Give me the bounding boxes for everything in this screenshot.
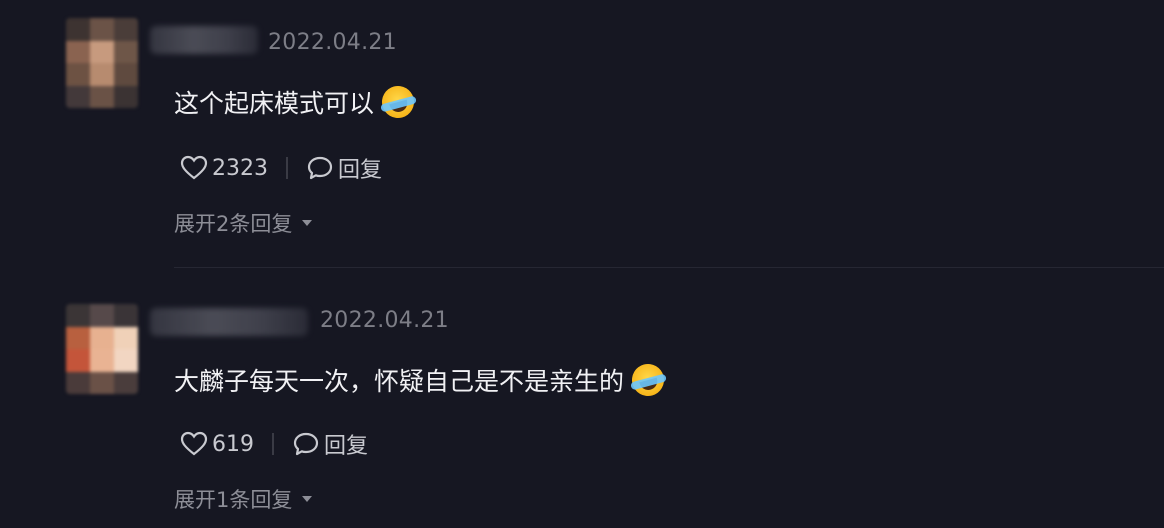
comment-body: 大麟子每天一次，怀疑自己是不是亲生的 [174, 367, 625, 396]
avatar-pixel [90, 63, 114, 86]
comment-timestamp: 2022.04.21 [268, 30, 397, 55]
like-count: 2323 [212, 155, 268, 181]
like-button[interactable]: 619 [180, 431, 254, 457]
comment-body: 这个起床模式可以 [174, 89, 375, 118]
rolling-laughing-emoji-icon [628, 360, 668, 400]
comment-actions: 2323 回复 [180, 152, 382, 184]
reply-button[interactable]: 回复 [292, 428, 368, 460]
avatar-pixel [66, 18, 90, 41]
avatar-pixel [114, 18, 138, 41]
avatar-pixel [114, 63, 138, 86]
comment-bubble-icon [292, 431, 320, 457]
avatar-pixel [114, 40, 138, 63]
avatar-pixel [90, 304, 114, 327]
avatar-pixel [114, 304, 138, 327]
action-divider [286, 157, 288, 179]
expand-replies-label: 展开1条回复 [174, 488, 293, 512]
action-divider [272, 433, 274, 455]
avatar-pixel [66, 304, 90, 327]
reply-button[interactable]: 回复 [306, 152, 382, 184]
like-count: 619 [212, 431, 254, 457]
avatar-pixel [90, 371, 114, 394]
caret-down-icon [302, 496, 313, 502]
avatar-pixel [90, 85, 114, 108]
avatar-pixel [114, 371, 138, 394]
avatar-pixel [114, 349, 138, 372]
avatar-pixel [90, 18, 114, 41]
reply-label: 回复 [338, 158, 383, 183]
expand-replies-label: 展开2条回复 [174, 212, 293, 236]
avatar-pixel [66, 371, 90, 394]
like-button[interactable]: 2323 [180, 155, 268, 181]
avatar-pixel [90, 326, 114, 349]
heart-icon [180, 155, 208, 181]
avatar-pixel [66, 63, 90, 86]
avatar[interactable] [66, 18, 138, 108]
reply-label: 回复 [324, 434, 369, 459]
rolling-laughing-emoji-icon [378, 82, 418, 122]
avatar-pixel [90, 349, 114, 372]
comment-timestamp: 2022.04.21 [320, 308, 449, 333]
comment-actions: 619 回复 [180, 428, 368, 460]
comment-text: 大麟子每天一次，怀疑自己是不是亲生的 [174, 360, 668, 400]
expand-replies-button[interactable]: 展开2条回复 [174, 208, 313, 238]
comment-bubble-icon [306, 155, 334, 181]
comment-text: 这个起床模式可以 [174, 82, 418, 122]
avatar-pixel [66, 40, 90, 63]
comment-divider [174, 267, 1164, 268]
caret-down-icon [302, 220, 313, 226]
expand-replies-button[interactable]: 展开1条回复 [174, 484, 313, 514]
avatar[interactable] [66, 304, 138, 394]
avatar-pixel [66, 326, 90, 349]
avatar-pixel [114, 326, 138, 349]
avatar-pixel [90, 40, 114, 63]
avatar-pixel [66, 349, 90, 372]
heart-icon [180, 431, 208, 457]
avatar-pixel [66, 85, 90, 108]
avatar-pixel [114, 85, 138, 108]
username-blurred[interactable] [150, 26, 258, 54]
username-blurred[interactable] [150, 308, 308, 336]
